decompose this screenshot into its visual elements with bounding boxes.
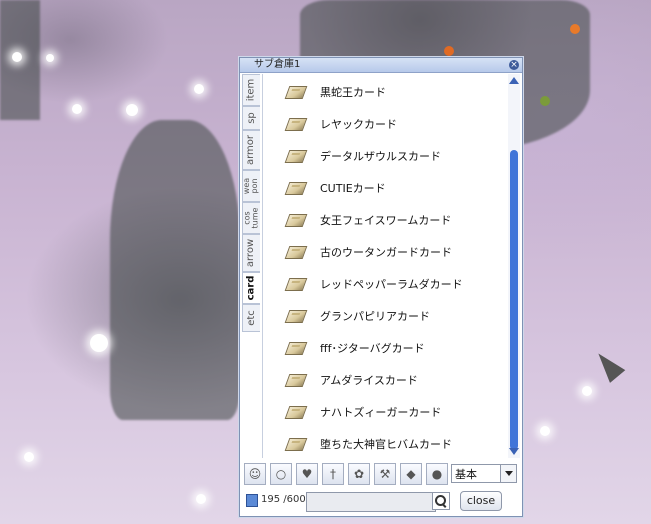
list-item[interactable]: データルザウルスカード xyxy=(263,140,509,172)
tab-armor[interactable]: armor xyxy=(242,130,260,170)
dagger-icon[interactable]: † xyxy=(322,463,344,485)
list-item[interactable]: レヤックカード xyxy=(263,108,509,140)
card-icon xyxy=(284,118,308,131)
card-icon xyxy=(284,374,308,387)
scrollbar-thumb[interactable] xyxy=(510,150,518,450)
tab-costume[interactable]: cos tume xyxy=(242,202,260,234)
orb-icon[interactable]: ● xyxy=(426,463,448,485)
search-icon[interactable] xyxy=(432,492,450,510)
close-icon[interactable]: × xyxy=(509,60,519,70)
snowflake xyxy=(540,426,550,436)
list-item[interactable]: 黒蛇王カード xyxy=(263,76,509,108)
storage-footer: 195 /600 close xyxy=(242,489,520,513)
scroll-up-icon[interactable] xyxy=(509,77,519,84)
tab-sp[interactable]: sp xyxy=(242,106,260,130)
scroll-down-icon[interactable] xyxy=(509,448,519,455)
filter-toolbar: ☺ ○ ♥ † ✿ ⚒ ◆ ● 基本 xyxy=(242,461,520,485)
list-item[interactable]: 堕ちた大神官ヒバムカード xyxy=(263,428,509,460)
snowflake xyxy=(24,452,34,462)
close-button[interactable]: close xyxy=(460,491,502,511)
scrollbar[interactable] xyxy=(508,74,520,458)
card-icon xyxy=(284,310,308,323)
doll-icon[interactable]: ☺ xyxy=(244,463,266,485)
diamond-icon[interactable]: ◆ xyxy=(400,463,422,485)
chevron-down-icon[interactable] xyxy=(500,465,516,482)
book-icon xyxy=(246,494,258,507)
ornament xyxy=(444,46,454,56)
card-icon xyxy=(284,438,308,451)
list-item[interactable]: 女王フェイスワームカード xyxy=(263,204,509,236)
snowflake xyxy=(126,104,138,116)
list-item[interactable]: グランパピリアカード xyxy=(263,300,509,332)
card-icon xyxy=(284,150,308,163)
tab-etc[interactable]: etc xyxy=(242,304,260,332)
storage-count: 195 /600 xyxy=(261,494,306,505)
card-icon xyxy=(284,342,308,355)
snowflake xyxy=(90,334,108,352)
ornament xyxy=(570,24,580,34)
card-icon xyxy=(284,278,308,291)
snowflake xyxy=(194,84,204,94)
background-tree xyxy=(110,120,240,420)
list-item[interactable]: ナハトズィーガーカード xyxy=(263,396,509,428)
window-titlebar[interactable]: サブ倉庫1 × xyxy=(240,58,522,73)
item-list: 黒蛇王カード レヤックカード データルザウルスカード CUTIEカード 女王フェ… xyxy=(262,74,509,458)
mouse-cursor-icon xyxy=(590,347,626,383)
list-item[interactable]: CUTIEカード xyxy=(263,172,509,204)
tool-icon[interactable]: ⚒ xyxy=(374,463,396,485)
list-item[interactable]: レッドペッパーラムダカード xyxy=(263,268,509,300)
snowflake xyxy=(12,52,22,62)
filter-select-value: 基本 xyxy=(455,468,477,481)
filter-select[interactable]: 基本 xyxy=(451,464,517,483)
ring-icon[interactable]: ○ xyxy=(270,463,292,485)
storage-window: サブ倉庫1 × item sp armor wea pon cos tume a… xyxy=(239,57,523,517)
search-input[interactable] xyxy=(306,492,436,512)
card-icon xyxy=(284,406,308,419)
card-icon xyxy=(284,214,308,227)
gear-icon[interactable]: ✿ xyxy=(348,463,370,485)
list-item[interactable]: アムダライスカード xyxy=(263,364,509,396)
snowflake xyxy=(46,54,54,62)
tab-item[interactable]: item xyxy=(242,74,260,106)
card-icon xyxy=(284,246,308,259)
tab-weapon[interactable]: wea pon xyxy=(242,170,260,202)
card-icon xyxy=(284,86,308,99)
snowflake xyxy=(72,104,82,114)
category-tabs: item sp armor wea pon cos tume arrow car… xyxy=(242,74,260,368)
snowflake xyxy=(196,494,206,504)
list-item[interactable]: 古のウータンガードカード xyxy=(263,236,509,268)
card-icon xyxy=(284,182,308,195)
tab-card[interactable]: card xyxy=(242,272,260,304)
list-item[interactable]: fff･ジターバグカード xyxy=(263,332,509,364)
ornament xyxy=(540,96,550,106)
window-title: サブ倉庫1 xyxy=(254,59,301,70)
tab-arrow[interactable]: arrow xyxy=(242,234,260,272)
snowflake xyxy=(582,386,592,396)
armor-icon[interactable]: ♥ xyxy=(296,463,318,485)
